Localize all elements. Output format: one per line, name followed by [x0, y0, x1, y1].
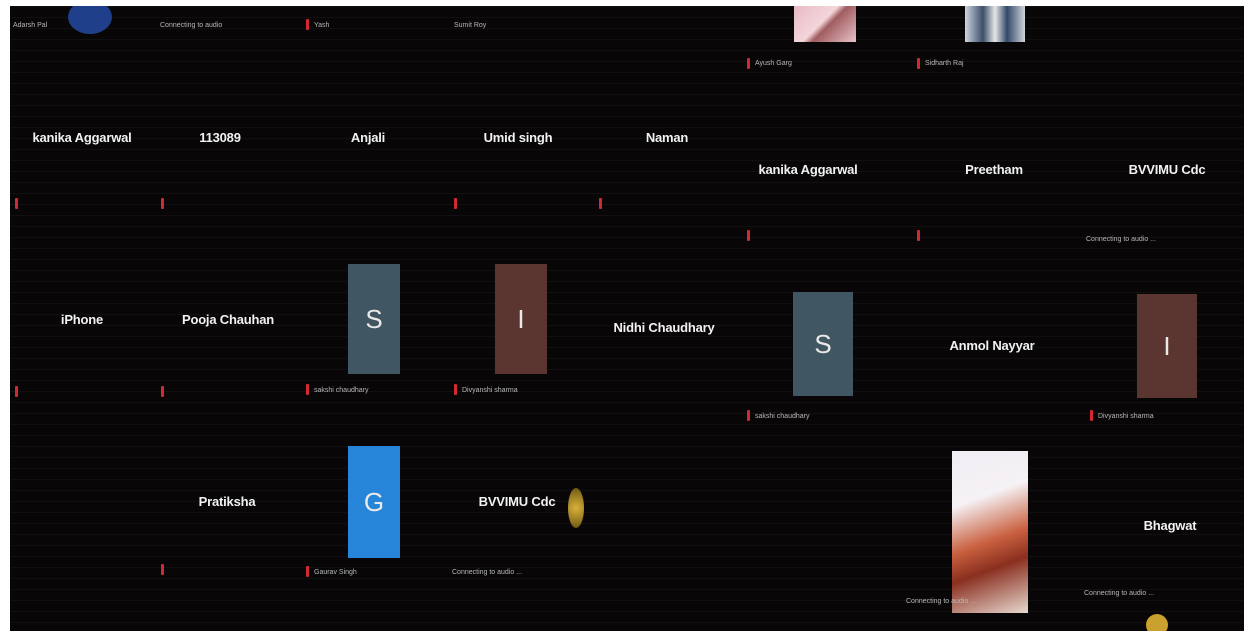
- participant-name: Anmol Nayyar: [949, 338, 1035, 353]
- participant-name: Preetham: [965, 162, 1023, 177]
- participant-avatar[interactable]: S: [793, 292, 853, 396]
- mic-muted-icon: [747, 410, 750, 421]
- participant-name: Nidhi Chaudhary: [613, 320, 715, 335]
- participant-name: Bhagwat: [1143, 518, 1197, 533]
- mic-muted-icon: [15, 198, 18, 209]
- participant-caption: Sumit Roy: [454, 22, 487, 29]
- mic-muted-icon: [917, 58, 920, 69]
- mic-muted-icon: [306, 19, 309, 30]
- participant-video-partial[interactable]: [965, 6, 1025, 42]
- participant-caption: sakshi chaudhary: [755, 413, 810, 420]
- participant-caption: Divyanshi sharma: [1098, 413, 1154, 420]
- participant-caption: Connecting to audio: [160, 22, 223, 29]
- mic-muted-icon: [1090, 410, 1093, 421]
- participant-name: Pooja Chauhan: [181, 312, 275, 327]
- mic-muted-icon: [747, 230, 750, 241]
- participant-avatar[interactable]: I: [495, 264, 547, 374]
- participant-name: Pratiksha: [198, 494, 256, 509]
- connecting-audio-caption: Connecting to audio ...: [1086, 236, 1157, 243]
- speaking-indicator-icon: [1146, 614, 1168, 631]
- participant-video-partial[interactable]: [68, 6, 112, 34]
- participant-caption: Ayush Garg: [755, 60, 792, 67]
- mic-muted-icon: [161, 198, 164, 209]
- participant-name: BVVIMU Cdc: [478, 494, 556, 509]
- mic-muted-icon: [454, 384, 457, 395]
- participant-caption: Gaurav Singh: [314, 569, 357, 576]
- mic-muted-icon: [15, 386, 18, 397]
- participant-name: Anjali: [350, 130, 386, 145]
- mic-muted-icon: [306, 566, 309, 577]
- participant-caption: Sidharth Raj: [925, 60, 964, 67]
- speaking-indicator-icon: [568, 488, 584, 528]
- participant-name: Umid singh: [483, 130, 553, 145]
- participant-avatar[interactable]: S: [348, 264, 400, 374]
- participant-caption: Adarsh Pal: [13, 22, 48, 29]
- participant-avatar[interactable]: I: [1137, 294, 1197, 398]
- mic-muted-icon: [454, 198, 457, 209]
- participant-video-partial[interactable]: [794, 6, 856, 42]
- participant-name: kanika Aggarwal: [758, 162, 858, 177]
- mic-muted-icon: [161, 564, 164, 575]
- participant-caption: Divyanshi sharma: [462, 387, 518, 394]
- participant-name: Naman: [645, 130, 689, 145]
- mic-muted-icon: [747, 58, 750, 69]
- participant-avatar[interactable]: G: [348, 446, 400, 558]
- connecting-audio-caption: Connecting to audio ...: [906, 598, 977, 605]
- mic-muted-icon: [306, 384, 309, 395]
- mic-muted-icon: [161, 386, 164, 397]
- participant-name: BVVIMU Cdc: [1128, 162, 1206, 177]
- participant-name: 113089: [199, 130, 241, 145]
- connecting-audio-caption: Connecting to audio ...: [1084, 590, 1155, 597]
- connecting-audio-caption: Connecting to audio ...: [452, 569, 523, 576]
- participant-video[interactable]: [952, 451, 1028, 613]
- participant-name: iPhone: [60, 312, 104, 327]
- participant-caption: sakshi chaudhary: [314, 387, 369, 394]
- mic-muted-icon: [917, 230, 920, 241]
- mic-muted-icon: [599, 198, 602, 209]
- video-grid: Adarsh Pal Connecting to audio Yash Sumi…: [10, 6, 1244, 631]
- participant-caption: Yash: [314, 22, 330, 29]
- participant-name: kanika Aggarwal: [32, 130, 132, 145]
